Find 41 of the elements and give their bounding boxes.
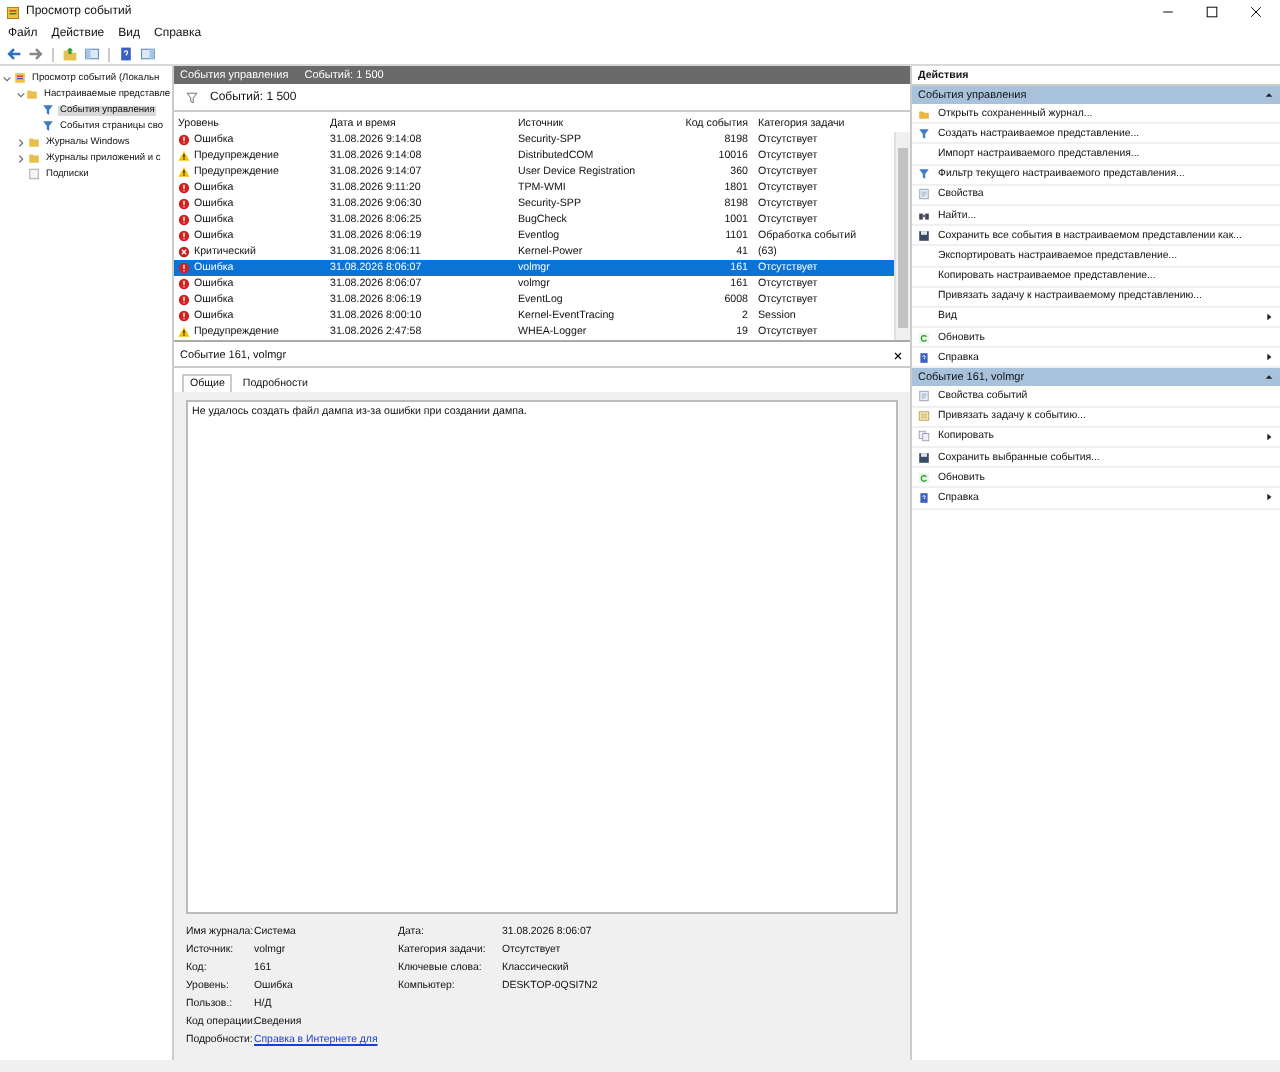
save-icon	[918, 229, 930, 242]
help-icon[interactable]	[118, 46, 134, 62]
save-icon	[918, 451, 930, 464]
collapse-arrow-icon[interactable]	[1264, 90, 1274, 100]
panel-icon[interactable]	[140, 46, 156, 62]
help-icon	[918, 351, 930, 364]
error-icon	[178, 278, 190, 290]
critical-icon	[178, 246, 190, 258]
copy-icon	[918, 430, 930, 443]
error-icon	[178, 182, 190, 194]
warning-icon	[178, 150, 190, 162]
binoculars-icon	[918, 209, 930, 222]
log-icon	[28, 168, 40, 180]
filter-icon	[918, 127, 930, 140]
panel-icon[interactable]	[84, 46, 100, 62]
event-viewer-icon	[14, 72, 26, 84]
folder-icon	[26, 88, 38, 100]
filter-icon	[186, 91, 198, 103]
error-icon	[178, 294, 190, 306]
close-icon[interactable]	[892, 350, 904, 362]
collapse-arrow-icon[interactable]	[1264, 372, 1274, 383]
warning-icon	[178, 326, 190, 338]
error-icon	[178, 310, 190, 322]
scrollbar[interactable]	[894, 132, 910, 340]
warning-icon	[178, 166, 190, 178]
back-arrow-icon[interactable]	[6, 46, 22, 62]
help-icon	[918, 491, 930, 504]
app-icon	[6, 5, 20, 19]
properties-icon	[918, 390, 930, 403]
maximize-icon[interactable]	[1204, 4, 1220, 20]
error-icon	[178, 198, 190, 210]
folder-icon[interactable]	[62, 46, 78, 62]
folder-icon	[918, 107, 930, 120]
error-icon	[178, 262, 190, 274]
error-icon	[178, 214, 190, 226]
forward-arrow-icon[interactable]	[28, 46, 44, 62]
error-icon	[178, 134, 190, 146]
error-icon	[178, 230, 190, 242]
filter-icon	[918, 168, 930, 181]
close-icon[interactable]	[1248, 4, 1264, 20]
task-icon	[918, 410, 930, 423]
